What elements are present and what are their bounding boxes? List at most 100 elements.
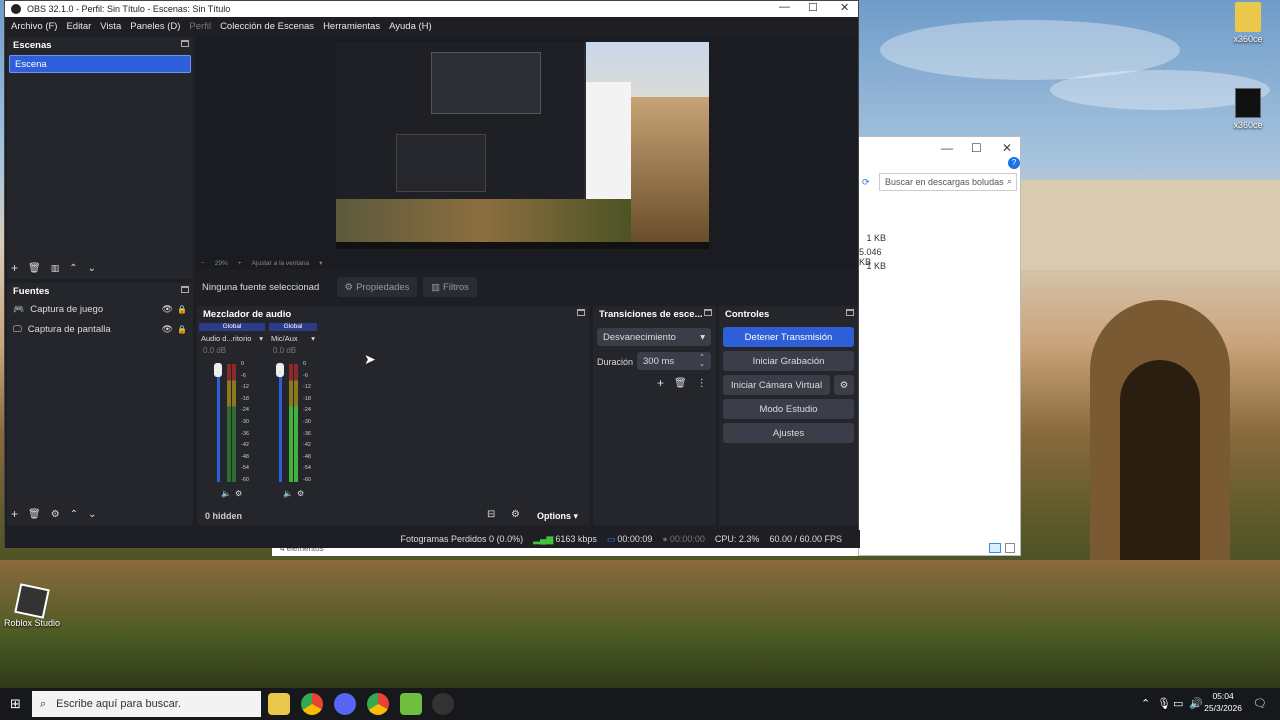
explorer-search-input[interactable]: Buscar en descargas boludas ⌕ (879, 173, 1017, 191)
discord-taskbar-icon[interactable] (334, 693, 356, 715)
taskbar-clock[interactable]: 05:04 25/3/2026 (1204, 690, 1242, 714)
scene-item-escena[interactable]: Escena (9, 55, 191, 73)
monitor-config-icon[interactable]: ⚙ (235, 489, 242, 498)
zoom-in-icon[interactable]: + (238, 260, 242, 267)
more-options-icon[interactable]: ⋮ (697, 378, 707, 389)
microphone-icon[interactable]: 🎙 (1157, 697, 1171, 710)
volume-fader[interactable] (217, 364, 220, 482)
file-explorer-window[interactable]: — ☐ ✕ ? ⟳ Buscar en descargas boludas ⌕ … (858, 136, 1021, 556)
taskbar-search-input[interactable]: ⌕ Escribe aquí para buscar. (32, 691, 261, 717)
gear-icon[interactable]: ⚙ (51, 509, 60, 520)
show-hidden-icons-icon[interactable]: ⌃ (1141, 697, 1150, 710)
move-down-icon[interactable]: ⌄ (88, 509, 96, 520)
maximize-icon[interactable]: ☐ (971, 141, 982, 155)
network-icon[interactable]: ▭ (1173, 697, 1183, 710)
mute-speaker-icon[interactable]: 🔈 (283, 489, 293, 498)
monitor-config-icon[interactable]: ⚙ (297, 489, 304, 498)
help-icon[interactable]: ? (1008, 157, 1020, 169)
tiles-view-icon[interactable] (1005, 543, 1015, 553)
filter-icon[interactable]: ▥ (51, 263, 60, 274)
fit-to-window[interactable]: Ajustar a la ventana (252, 260, 309, 267)
undock-icon[interactable] (704, 309, 712, 316)
eye-icon[interactable]: 👁 (162, 304, 173, 315)
close-icon[interactable]: ✕ (1002, 141, 1012, 155)
menu-editar[interactable]: Editar (66, 21, 91, 32)
sources-title: Fuentes (13, 285, 50, 297)
windows-start-icon[interactable]: ⊞ (10, 696, 21, 712)
studio-mode-button[interactable]: Modo Estudio (723, 399, 854, 419)
move-up-icon[interactable]: ⌃ (69, 263, 77, 274)
duration-spinbox[interactable]: 300 ms ⌃ ⌄ (637, 352, 711, 370)
menu-perfil[interactable]: Perfil (189, 21, 211, 32)
controls-dock: Controles Detener Transmisión Iniciar Gr… (719, 306, 858, 525)
clock-time: 05:04 (1212, 691, 1234, 701)
settings-button[interactable]: Ajustes (723, 423, 854, 443)
transitions-title: Transiciones de esce... (599, 308, 703, 320)
obs-title-bar[interactable]: OBS 32.1.0 - Perfil: Sin Título - Escena… (5, 1, 858, 17)
source-item[interactable]: 🎮 Captura de juego 👁 🔒 (7, 299, 193, 319)
obs-logo-icon (11, 4, 21, 14)
channel-name-dropdown[interactable]: Mic/Aux ▾ (269, 331, 317, 346)
lock-icon[interactable]: 🔒 (177, 305, 187, 314)
notifications-icon[interactable]: 🗨 (1253, 697, 1267, 710)
obs-taskbar-icon[interactable] (432, 693, 454, 715)
advanced-audio-icon[interactable]: ⚙ (511, 509, 520, 520)
volume-fader[interactable] (279, 364, 282, 482)
chrome-profile-taskbar-icon[interactable] (367, 693, 389, 715)
undock-icon[interactable] (846, 309, 854, 316)
fader-handle[interactable] (214, 363, 222, 377)
chrome-taskbar-icon[interactable] (301, 693, 323, 715)
channel-name-dropdown[interactable]: Audio d...ritorio ▾ (199, 331, 265, 346)
volume-icon[interactable]: 🔊 (1189, 697, 1203, 710)
desktop-icon-label: x360ce (1233, 120, 1263, 130)
menu-ayuda[interactable]: Ayuda (H) (389, 21, 432, 32)
transitions-header: Transiciones de esce... (593, 306, 716, 322)
level-meter (294, 364, 298, 482)
desktop-icon-x360ce-2[interactable]: x360ce (1218, 88, 1278, 130)
trash-icon[interactable]: 🗑 (674, 378, 687, 389)
android-app-taskbar-icon[interactable] (400, 693, 422, 715)
zoom-out-icon[interactable]: − (201, 260, 205, 267)
menu-paneles[interactable]: Paneles (D) (130, 21, 180, 32)
layout-icon[interactable]: ⊟ (487, 509, 495, 520)
menu-coleccion-escenas[interactable]: Colección de Escenas (220, 21, 314, 32)
desktop-icon-roblox-studio[interactable]: Roblox Studio (2, 583, 62, 628)
trash-icon[interactable]: 🗑 (28, 509, 41, 520)
minimize-button[interactable]: — (779, 1, 790, 13)
menu-vista[interactable]: Vista (100, 21, 121, 32)
undock-icon[interactable] (577, 309, 585, 316)
fader-handle[interactable] (276, 363, 284, 377)
minimize-icon[interactable]: — (941, 141, 953, 155)
lock-icon[interactable]: 🔒 (177, 325, 187, 334)
desktop-icon-x360ce-1[interactable]: x360ce (1218, 2, 1278, 44)
add-icon[interactable]: + (657, 376, 664, 390)
details-view-icon[interactable] (989, 543, 1001, 553)
move-up-icon[interactable]: ⌃ (70, 509, 78, 520)
menu-archivo[interactable]: Archivo (F) (11, 21, 57, 32)
add-icon[interactable]: + (11, 507, 18, 521)
add-icon[interactable]: + (11, 261, 18, 275)
preview-area[interactable]: − 29% + Ajustar a la ventana ▾ (197, 37, 857, 269)
obs-window[interactable]: OBS 32.1.0 - Perfil: Sin Título - Escena… (4, 0, 860, 548)
refresh-icon[interactable]: ⟳ (862, 177, 870, 188)
start-recording-button[interactable]: Iniciar Grabación (723, 351, 854, 371)
chevron-down-icon[interactable]: ▾ (319, 259, 322, 267)
maximize-button[interactable]: ☐ (808, 1, 818, 14)
transition-select[interactable]: Desvanecimiento ▾ (597, 328, 711, 346)
virtual-camera-settings-button[interactable]: ⚙ (834, 375, 854, 395)
trash-icon[interactable]: 🗑 (28, 263, 41, 274)
eye-icon[interactable]: 👁 (162, 324, 173, 335)
options-dropdown[interactable]: Options ▾ (537, 511, 578, 522)
source-item[interactable]: 🖵 Captura de pantalla 👁 🔒 (7, 319, 193, 339)
close-button[interactable]: ✕ (840, 1, 849, 14)
start-virtual-camera-button[interactable]: Iniciar Cámara Virtual (723, 375, 830, 395)
menu-herramientas[interactable]: Herramientas (323, 21, 380, 32)
filters-button[interactable]: ▥ Filtros (423, 277, 477, 297)
properties-button[interactable]: ⚙ Propiedades (337, 277, 417, 297)
mute-speaker-icon[interactable]: 🔈 (221, 489, 231, 498)
undock-icon[interactable] (181, 40, 189, 47)
undock-icon[interactable] (181, 286, 189, 293)
file-explorer-taskbar-icon[interactable] (268, 693, 290, 715)
stop-streaming-button[interactable]: Detener Transmisión (723, 327, 854, 347)
move-down-icon[interactable]: ⌄ (88, 263, 96, 274)
